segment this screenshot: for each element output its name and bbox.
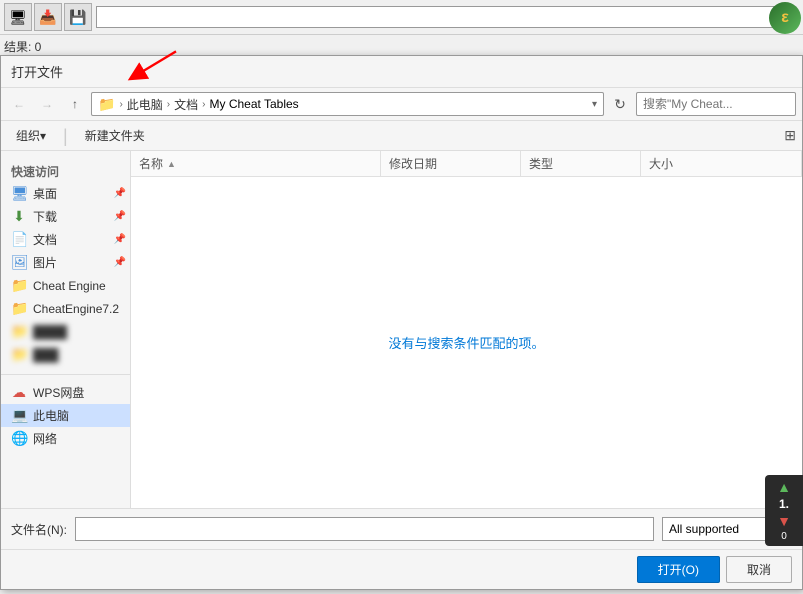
cancel-button[interactable]: 取消 (726, 556, 792, 583)
col-header-size[interactable]: 大小 (641, 151, 802, 176)
open-button[interactable]: 打开(O) (637, 556, 720, 583)
breadcrumb-path1[interactable]: 文档 (174, 96, 198, 113)
filename-input[interactable] (75, 517, 654, 541)
col-header-type[interactable]: 类型 (521, 151, 641, 176)
breadcrumb-dropdown-arrow[interactable]: ▾ (592, 99, 597, 110)
bottom-buttons: 打开(O) 取消 (1, 549, 802, 589)
sidebar-label-wps: WPS网盘 (33, 384, 84, 401)
breadcrumb-folder-icon: 📁 (98, 96, 115, 113)
blurred2-icon: 📁 (11, 346, 27, 363)
wps-icon: ☁ (11, 384, 27, 401)
sidebar: 快速访问 🖥 桌面 📌 ⬇ 下载 📌 📄 文档 📌 🖼 图 (1, 151, 131, 508)
sidebar-label-cheat-engine-72: CheatEngine7.2 (33, 302, 119, 316)
doc-icon: 📄 (11, 231, 27, 248)
ce-icon-3[interactable]: 💾 (64, 3, 92, 31)
sidebar-label-pc: 此电脑 (33, 407, 69, 424)
sidebar-quick-access-title: 快速访问 (1, 159, 130, 182)
ce-results-label: 结果: 0 (4, 38, 41, 55)
sidebar-label-blurred2: ███ (33, 348, 59, 362)
file-list-area: 名称 ▲ 修改日期 类型 大小 没有与搜索条件匹配的项。 (131, 151, 802, 508)
widget-down-arrow: ▼ (777, 513, 791, 529)
sidebar-item-network[interactable]: 🌐 网络 (1, 427, 130, 450)
sidebar-item-pc[interactable]: 💻 此电脑 (1, 404, 130, 427)
sidebar-item-pic[interactable]: 🖼 图片 📌 (1, 251, 130, 274)
sidebar-label-desktop: 桌面 (33, 185, 57, 202)
sidebar-label-pic: 图片 (33, 254, 57, 271)
network-icon: 🌐 (11, 430, 27, 447)
file-list-empty-message: 没有与搜索条件匹配的项。 (131, 177, 802, 508)
breadcrumb-sep2: › (167, 99, 170, 110)
pic-icon: 🖼 (11, 254, 27, 271)
sidebar-item-desktop[interactable]: 🖥 桌面 📌 (1, 182, 130, 205)
toolbar-row: 组织▾ | 新建文件夹 ⊞ (1, 121, 802, 151)
new-folder-button[interactable]: 新建文件夹 (76, 124, 154, 147)
sidebar-pin-download: 📌 (114, 211, 126, 222)
download-icon: ⬇ (11, 208, 27, 225)
nav-bar: ← → ↑ 📁 › 此电脑 › 文档 › My Cheat Tables ▾ ↻ (1, 88, 802, 121)
sidebar-label-network: 网络 (33, 430, 57, 447)
breadcrumb-root[interactable]: 此电脑 (127, 96, 163, 113)
sidebar-label-doc: 文档 (33, 231, 57, 248)
floating-widget: ▲ 1. ▼ 0 (765, 475, 803, 546)
ce-toolbar-icons: 🖥 📥 💾 (4, 3, 92, 31)
cheat-engine-folder-icon: 📁 (11, 277, 27, 294)
sidebar-item-cheat-engine[interactable]: 📁 Cheat Engine (1, 274, 130, 297)
sidebar-label-download: 下载 (33, 208, 57, 225)
sidebar-label-blurred1: ████ (33, 325, 67, 339)
up-button[interactable]: ↑ (63, 93, 87, 115)
sort-arrow-name: ▲ (167, 159, 176, 169)
view-options-button[interactable]: ⊞ (784, 127, 796, 144)
sidebar-pin-pic: 📌 (114, 257, 126, 268)
file-list-header: 名称 ▲ 修改日期 类型 大小 (131, 151, 802, 177)
sidebar-item-wps[interactable]: ☁ WPS网盘 (1, 381, 130, 404)
sidebar-item-download[interactable]: ⬇ 下载 📌 (1, 205, 130, 228)
sidebar-item-doc[interactable]: 📄 文档 📌 (1, 228, 130, 251)
ce-icon-2[interactable]: 📥 (34, 3, 62, 31)
breadcrumb-sep1: › (119, 99, 122, 110)
main-content: 快速访问 🖥 桌面 📌 ⬇ 下载 📌 📄 文档 📌 🖼 图 (1, 151, 802, 508)
desktop-icon: 🖥 (11, 185, 27, 202)
cheat-engine-72-folder-icon: 📁 (11, 300, 27, 317)
blurred1-icon: 📁 (11, 323, 27, 340)
col-header-name[interactable]: 名称 ▲ (131, 151, 381, 176)
widget-up-arrow: ▲ (777, 479, 791, 495)
widget-sub: 0 (781, 531, 787, 542)
refresh-button[interactable]: ↻ (608, 93, 632, 115)
breadcrumb-sep3: › (202, 99, 205, 110)
sidebar-item-blurred1: 📁 ████ (1, 320, 130, 343)
sidebar-item-blurred2: 📁 ███ (1, 343, 130, 366)
search-input[interactable] (636, 92, 796, 116)
widget-number: 1. (779, 497, 789, 511)
back-button[interactable]: ← (7, 93, 31, 115)
open-file-dialog: 打开文件 ← → ↑ 📁 › 此电脑 › 文档 › My Cheat Table… (0, 55, 803, 590)
ce-address-bar (96, 6, 795, 28)
ce-icon-1[interactable]: 🖥 (4, 3, 32, 31)
sidebar-pin-doc: 📌 (114, 234, 126, 245)
sidebar-label-cheat-engine: Cheat Engine (33, 279, 106, 293)
toolbar-separator: | (63, 127, 68, 145)
ce-logo: ε (769, 2, 801, 34)
organize-button[interactable]: 组织▾ (7, 124, 55, 147)
dialog-title: 打开文件 (1, 56, 802, 88)
filename-label: 文件名(N): (11, 521, 67, 538)
forward-button[interactable]: → (35, 93, 59, 115)
sidebar-item-cheat-engine-72[interactable]: 📁 CheatEngine7.2 (1, 297, 130, 320)
bottom-filename-bar: 文件名(N): All supported (1, 508, 802, 549)
pc-icon: 💻 (11, 407, 27, 424)
sidebar-pin-desktop: 📌 (114, 188, 126, 199)
breadcrumb[interactable]: 📁 › 此电脑 › 文档 › My Cheat Tables ▾ (91, 92, 604, 116)
breadcrumb-current[interactable]: My Cheat Tables (210, 97, 299, 111)
col-header-date[interactable]: 修改日期 (381, 151, 521, 176)
